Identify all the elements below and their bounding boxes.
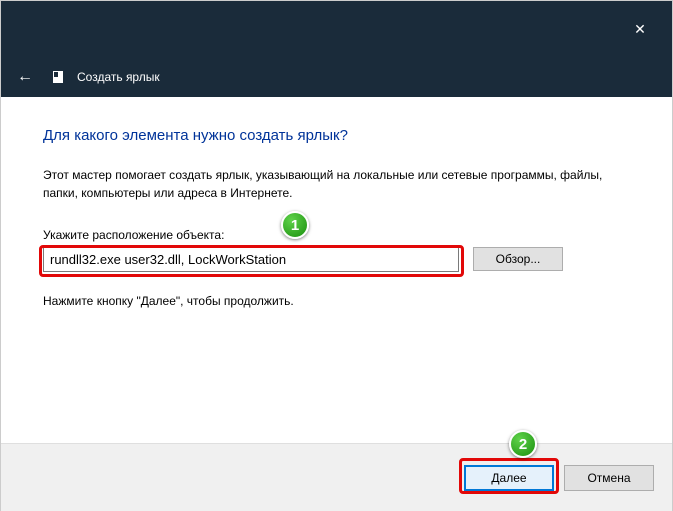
titlebar: ✕ <box>1 1 672 57</box>
wizard-footer: Далее Отмена <box>1 443 672 511</box>
shortcut-icon <box>53 71 63 83</box>
close-icon[interactable]: ✕ <box>620 9 660 49</box>
back-arrow-icon[interactable]: ← <box>11 64 39 90</box>
path-label: Укажите расположение объекта: <box>43 228 630 242</box>
header-title: Создать ярлык <box>77 70 160 84</box>
path-input[interactable] <box>43 246 459 272</box>
path-row: Обзор... <box>43 246 630 272</box>
description-text: Этот мастер помогает создать ярлык, указ… <box>43 166 603 202</box>
wizard-content: Для какого элемента нужно создать ярлык?… <box>1 97 672 443</box>
cancel-button[interactable]: Отмена <box>564 465 654 491</box>
hint-text: Нажмите кнопку "Далее", чтобы продолжить… <box>43 294 630 308</box>
next-button[interactable]: Далее <box>464 465 554 491</box>
browse-button[interactable]: Обзор... <box>473 247 563 271</box>
page-heading: Для какого элемента нужно создать ярлык? <box>43 127 630 144</box>
wizard-header: ← Создать ярлык <box>1 57 672 97</box>
